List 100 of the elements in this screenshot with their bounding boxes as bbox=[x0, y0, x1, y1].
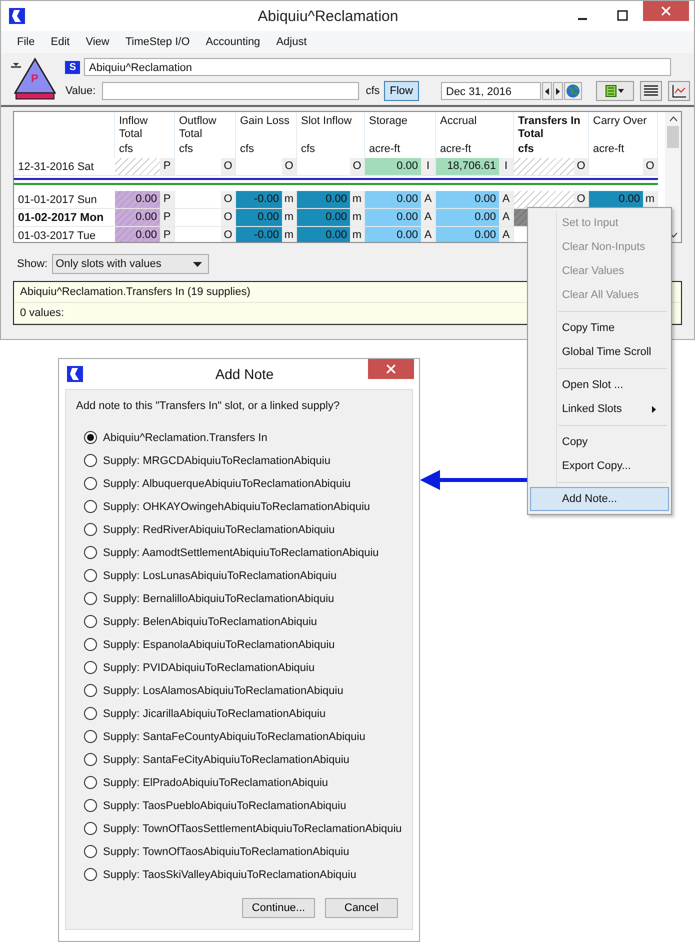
table-cell[interactable]: 0.00 bbox=[115, 227, 160, 242]
table-cell[interactable]: 0.00 bbox=[236, 209, 282, 226]
scroll-up-icon[interactable] bbox=[668, 116, 678, 122]
radio-option[interactable]: Abiquiu^Reclamation.Transfers In bbox=[84, 426, 268, 449]
close-button[interactable] bbox=[643, 1, 689, 21]
table-cell[interactable]: 0.00 bbox=[365, 191, 421, 208]
table-cell[interactable] bbox=[514, 191, 574, 208]
menu-item[interactable]: Open Slot ... bbox=[530, 373, 669, 397]
menu-item[interactable]: Copy Time bbox=[530, 316, 669, 340]
radio-button[interactable] bbox=[84, 845, 97, 858]
radio-option[interactable]: Supply: TownOfTaosSettlementAbiquiuToReclamationAbiquiu bbox=[84, 817, 402, 840]
table-cell[interactable]: -0.00 bbox=[236, 191, 282, 208]
table-cell[interactable] bbox=[514, 158, 574, 175]
table-cell[interactable]: 0.00 bbox=[365, 227, 421, 242]
list-view-button[interactable] bbox=[640, 81, 662, 101]
table-cell[interactable]: -0.00 bbox=[236, 227, 282, 242]
radio-button[interactable] bbox=[84, 730, 97, 743]
previous-button[interactable] bbox=[542, 82, 552, 100]
plot-button[interactable] bbox=[668, 81, 690, 101]
dialog-button[interactable]: Cancel bbox=[325, 898, 398, 918]
table-cell[interactable]: 0.00 bbox=[436, 191, 499, 208]
column-header[interactable]: Slot Inflow bbox=[301, 115, 352, 128]
scroll-thumb[interactable] bbox=[667, 126, 679, 148]
menu-item[interactable]: Global Time Scroll bbox=[530, 340, 669, 364]
slot-name-field[interactable]: Abiquiu^Reclamation bbox=[84, 58, 671, 76]
show-dropdown[interactable]: Only slots with values bbox=[52, 254, 209, 274]
radio-button[interactable] bbox=[84, 822, 97, 835]
table-cell[interactable] bbox=[115, 158, 160, 175]
table-cell[interactable]: 0.00 bbox=[297, 209, 350, 226]
radio-button[interactable] bbox=[84, 684, 97, 697]
close-button[interactable] bbox=[368, 359, 414, 379]
menu-item[interactable]: Accounting bbox=[198, 36, 268, 48]
radio-button[interactable] bbox=[84, 799, 97, 812]
column-unit: cfs bbox=[179, 143, 194, 156]
radio-button[interactable] bbox=[84, 615, 97, 628]
menu-item[interactable]: Edit bbox=[42, 36, 78, 48]
document-menu-button[interactable] bbox=[596, 81, 634, 101]
radio-option[interactable]: Supply: SantaFeCountyAbiquiuToReclamationAbiquiu bbox=[84, 725, 366, 748]
table-cell[interactable]: 0.00 bbox=[436, 227, 499, 242]
radio-option[interactable]: Supply: JicarillaAbiquiuToReclamationAbiquiu bbox=[84, 702, 326, 725]
radio-option[interactable]: Supply: BelenAbiquiuToReclamationAbiquiu bbox=[84, 610, 318, 633]
radio-button[interactable] bbox=[84, 454, 97, 467]
table-cell[interactable]: 18,706.61 bbox=[436, 158, 499, 175]
column-header[interactable]: Gain Loss bbox=[240, 115, 290, 128]
radio-option[interactable]: Supply: LosAlamosAbiquiuToReclamationAbiquiu bbox=[84, 679, 344, 702]
flow-button[interactable]: Flow bbox=[384, 81, 419, 101]
value-field[interactable] bbox=[102, 82, 359, 100]
globe-button[interactable] bbox=[564, 82, 582, 100]
menu-item[interactable]: Copy bbox=[530, 430, 669, 454]
radio-option[interactable]: Supply: BernalilloAbiquiuToReclamationAbiquiu bbox=[84, 587, 334, 610]
radio-option[interactable]: Supply: EspanolaAbiquiuToReclamationAbiquiu bbox=[84, 633, 335, 656]
radio-option[interactable]: Supply: OHKAYOwingehAbiquiuToReclamationAbiquiu bbox=[84, 495, 370, 518]
radio-button[interactable] bbox=[84, 592, 97, 605]
column-header[interactable]: Accrual bbox=[440, 115, 477, 128]
radio-option[interactable]: Supply: TaosPuebloAbiquiuToReclamationAbiquiu bbox=[84, 794, 346, 817]
radio-option[interactable]: Supply: ElPradoAbiquiuToReclamationAbiquiu bbox=[84, 771, 328, 794]
radio-option[interactable]: Supply: SantaFeCityAbiquiuToReclamationAbiquiu bbox=[84, 748, 350, 771]
radio-button[interactable] bbox=[84, 638, 97, 651]
maximize-icon[interactable] bbox=[617, 10, 629, 22]
radio-button[interactable] bbox=[84, 523, 97, 536]
radio-button[interactable] bbox=[84, 776, 97, 789]
radio-option[interactable]: Supply: RedRiverAbiquiuToReclamationAbiquiu bbox=[84, 518, 335, 541]
radio-button[interactable] bbox=[84, 569, 97, 582]
menu-item[interactable]: Adjust bbox=[268, 36, 315, 48]
radio-button[interactable] bbox=[84, 753, 97, 766]
table-cell[interactable]: 0.00 bbox=[297, 227, 350, 242]
radio-button[interactable] bbox=[84, 500, 97, 513]
radio-button[interactable] bbox=[84, 546, 97, 559]
radio-button[interactable] bbox=[84, 431, 97, 444]
radio-option[interactable]: Supply: PVIDAbiquiuToReclamationAbiquiu bbox=[84, 656, 315, 679]
radio-option[interactable]: Supply: MRGCDAbiquiuToReclamationAbiquiu bbox=[84, 449, 330, 472]
radio-button[interactable] bbox=[84, 661, 97, 674]
table-cell[interactable]: 0.00 bbox=[115, 209, 160, 226]
flag-label: m bbox=[282, 191, 296, 208]
menu-item[interactable]: View bbox=[78, 36, 118, 48]
radio-button[interactable] bbox=[84, 707, 97, 720]
menu-item[interactable]: File bbox=[9, 36, 43, 48]
radio-option[interactable]: Supply: TaosSkiValleyAbiquiuToReclamationAbiquiu bbox=[84, 863, 356, 886]
column-header[interactable]: Carry Over bbox=[593, 115, 647, 128]
radio-option[interactable]: Supply: TownOfTaosAbiquiuToReclamationAbiquiu bbox=[84, 840, 350, 863]
column-header[interactable]: Storage bbox=[369, 115, 408, 128]
menu-item[interactable]: Add Note... bbox=[530, 487, 669, 511]
menu-item[interactable]: TimeStep I/O bbox=[117, 36, 198, 48]
dialog-button[interactable]: Continue... bbox=[242, 898, 315, 918]
radio-button[interactable] bbox=[84, 868, 97, 881]
table-cell[interactable]: 0.00 bbox=[436, 209, 499, 226]
next-button[interactable] bbox=[553, 82, 563, 100]
menu-item[interactable]: Export Copy... bbox=[530, 454, 669, 478]
table-cell[interactable]: 0.00 bbox=[589, 191, 643, 208]
radio-option[interactable]: Supply: LosLunasAbiquiuToReclamationAbiquiu bbox=[84, 564, 337, 587]
table-cell[interactable]: 0.00 bbox=[297, 191, 350, 208]
table-cell[interactable]: 0.00 bbox=[115, 191, 160, 208]
radio-button[interactable] bbox=[84, 477, 97, 490]
menu-item[interactable]: Linked Slots bbox=[530, 397, 669, 421]
table-cell[interactable]: 0.00 bbox=[365, 158, 421, 175]
flag-label: A bbox=[499, 227, 513, 242]
radio-option[interactable]: Supply: AamodtSettlementAbiquiuToReclamationAbiquiu bbox=[84, 541, 379, 564]
date-field[interactable]: Dec 31, 2016 bbox=[441, 82, 541, 100]
radio-option[interactable]: Supply: AlbuquerqueAbiquiuToReclamationAbiquiu bbox=[84, 472, 351, 495]
table-cell[interactable]: 0.00 bbox=[365, 209, 421, 226]
